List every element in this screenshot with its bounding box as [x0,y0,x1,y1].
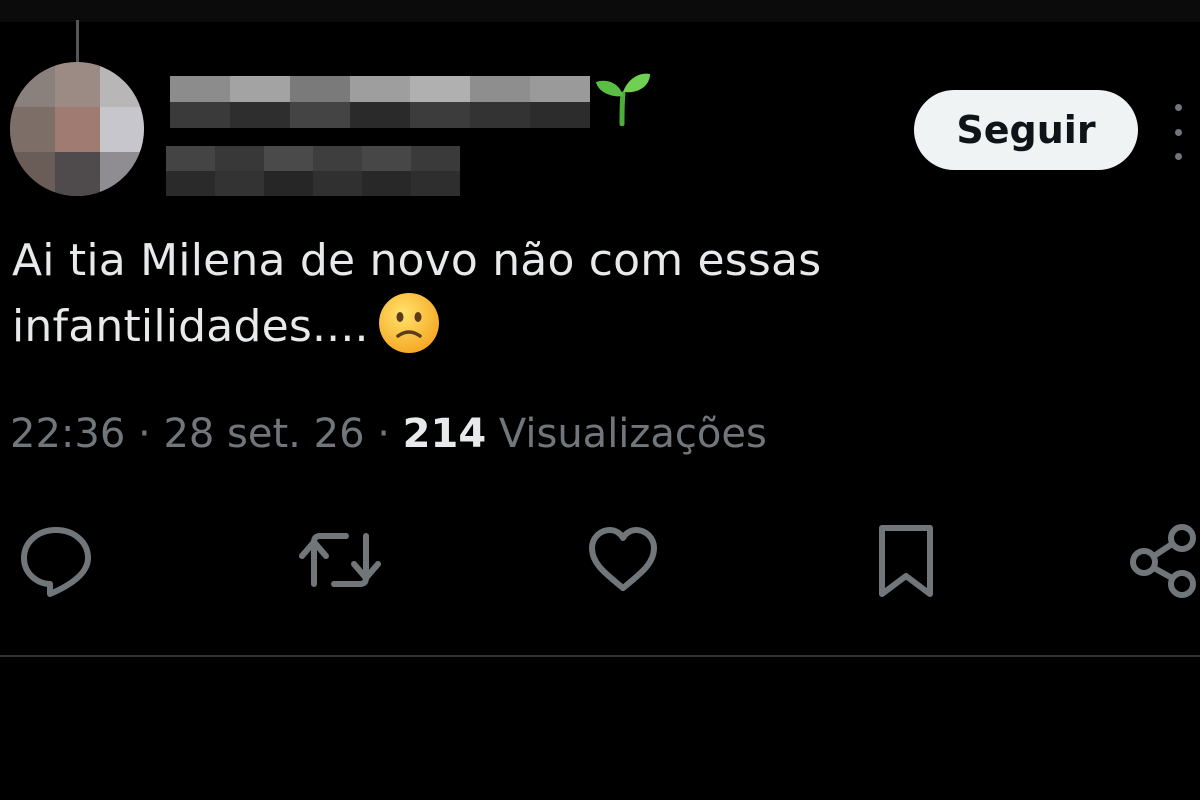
tweet-text-line-2: infantilidades.... [12,291,1012,361]
tweet-text-line-1: Ai tia Milena de novo não com essas [12,235,822,286]
tweet-meta: 22:36 · 28 set. 26 · 214 Visualizações [10,406,1010,462]
reply-button[interactable] [20,520,92,600]
tweet-text: Ai tia Milena de novo não com essas infa… [12,228,1012,361]
seedling-emoji-icon [590,70,654,127]
bookmark-icon [879,525,933,597]
heart-icon [589,527,657,591]
avatar[interactable] [10,62,144,196]
tweet-actions-bar [0,520,1200,610]
follow-button[interactable]: Seguir [914,90,1138,170]
views-count: 214 [402,411,487,457]
share-button[interactable] [1128,520,1200,600]
author-handle-blurred[interactable] [166,146,460,196]
status-bar [0,0,1200,22]
meta-separator: · [125,411,164,457]
bookmark-button[interactable] [874,520,938,602]
divider [0,655,1200,657]
views-label: Visualizações [486,411,767,457]
slightly-frowning-face-emoji-icon [377,291,441,355]
retweet-icon [299,533,381,587]
meta-separator: · [364,411,403,457]
like-button[interactable] [586,520,660,600]
tweet-text-line-2-text: infantilidades.... [12,301,369,352]
thread-connector-line [76,20,79,66]
tweet-date[interactable]: 28 set. 26 [163,411,364,457]
comment-icon [21,527,91,597]
share-icon [1130,524,1196,598]
more-vertical-icon[interactable] [1166,104,1190,160]
retweet-button[interactable] [298,520,382,600]
author-name-blurred[interactable] [170,76,590,128]
tweet-time[interactable]: 22:36 [10,411,125,457]
